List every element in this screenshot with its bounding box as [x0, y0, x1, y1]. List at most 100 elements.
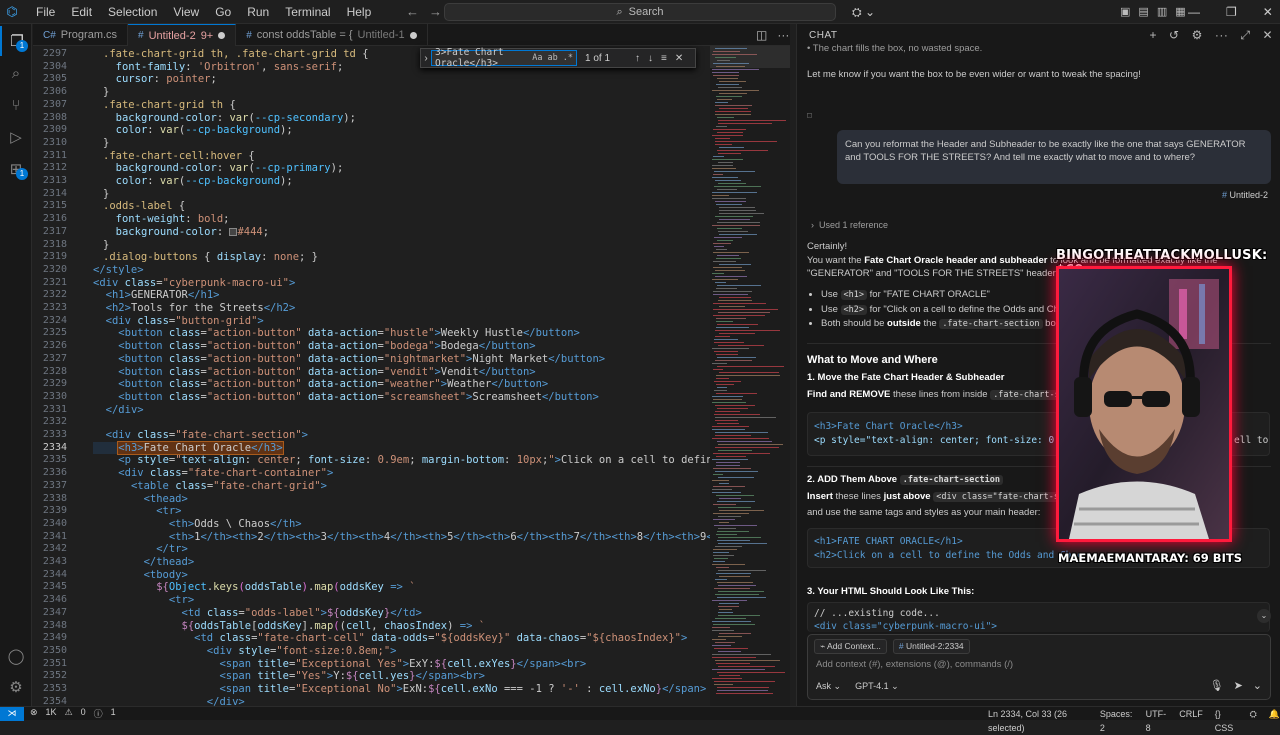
- account-icon[interactable]: ◯: [0, 641, 32, 671]
- customize-layout-icon[interactable]: ▦: [1175, 0, 1185, 24]
- copilot-status-icon[interactable]: ⛭: [1250, 707, 1257, 735]
- minimap-line: [712, 459, 748, 460]
- close-icon[interactable]: ✕: [1263, 0, 1273, 24]
- explorer-icon[interactable]: ❐1: [0, 26, 32, 56]
- vscode-logo-icon[interactable]: ⌬: [0, 0, 24, 24]
- run-debug-icon[interactable]: ▷: [0, 122, 32, 152]
- chat-input-placeholder[interactable]: Add context (#), extensions (@), command…: [816, 659, 1013, 670]
- previous-match-icon[interactable]: ↑: [635, 53, 640, 64]
- minimap-line: [712, 429, 745, 430]
- minimap-line: [719, 510, 764, 511]
- code-line: <td class="fate-chart-cell" data-odds="$…: [194, 632, 688, 645]
- chat-input[interactable]: ⌁ Add Context... # Untitled-2:2334 Add c…: [807, 634, 1271, 700]
- unsaved-dot-icon[interactable]: [409, 31, 417, 39]
- menu-selection[interactable]: Selection: [100, 0, 165, 24]
- find-in-selection-icon[interactable]: ≡: [661, 53, 667, 64]
- inline-code: .fate-chart-section: [899, 475, 1003, 485]
- cursor-position[interactable]: Ln 2334, Col 33 (26 selected): [988, 707, 1088, 735]
- minimap-line: [717, 60, 730, 61]
- used-references-toggle[interactable]: › Used 1 reference: [811, 220, 888, 230]
- close-find-icon[interactable]: ✕: [675, 53, 683, 64]
- feedback-icon[interactable]: ⌑: [807, 110, 1255, 123]
- find-input[interactable]: 3>Fate Chart Oracle</h3> Aa ab .*: [431, 47, 577, 69]
- extensions-icon[interactable]: ⊞ 1: [0, 154, 32, 184]
- line-number: 2341: [42, 530, 67, 542]
- arrow-left-icon[interactable]: ←: [406, 0, 419, 24]
- whole-word-icon[interactable]: ab: [548, 53, 558, 63]
- problems-indicator[interactable]: ⊗ 1K ⚠ 0 ⓘ 1: [30, 707, 116, 720]
- user-reference-pill[interactable]: # Untitled-2: [1222, 190, 1268, 200]
- notifications-bell-icon[interactable]: 🔔: [1269, 707, 1280, 735]
- close-chat-icon[interactable]: ✕: [1262, 24, 1273, 46]
- menu-help[interactable]: Help: [339, 0, 380, 24]
- toggle-panel-icon[interactable]: ▤: [1138, 0, 1148, 24]
- tab-untitled-1[interactable]: # const oddsTable = { Untitled-1: [236, 24, 428, 46]
- minimap-line: [713, 261, 736, 262]
- microphone-icon[interactable]: 🎙: [1210, 679, 1224, 692]
- more-actions-icon[interactable]: ···: [777, 28, 789, 42]
- menu-terminal[interactable]: Terminal: [277, 0, 338, 24]
- menu-run[interactable]: Run: [239, 0, 277, 24]
- manage-gear-icon[interactable]: ⚙: [0, 672, 32, 702]
- unsaved-dot-icon[interactable]: [218, 32, 226, 39]
- line-number: 2322: [42, 289, 67, 301]
- toggle-sidebar-icon[interactable]: ▣: [1120, 0, 1130, 24]
- line-number: 2333: [42, 429, 67, 440]
- minimap-line: [719, 81, 746, 82]
- code-area[interactable]: .fate-chart-grid th, .fate-chart-grid td…: [93, 46, 743, 706]
- minimap-line: [715, 447, 779, 448]
- code-line: <thead>: [143, 492, 188, 505]
- code-line: <table class="fate-chart-grid">: [130, 479, 327, 492]
- minimap-line: [713, 309, 778, 310]
- send-icon[interactable]: ➤: [1234, 679, 1243, 692]
- menu-go[interactable]: Go: [207, 0, 239, 24]
- encoding[interactable]: UTF-8: [1146, 707, 1168, 735]
- line-number: 2343: [42, 556, 67, 567]
- minimap-line: [715, 276, 747, 277]
- line-number: 2329: [42, 378, 67, 390]
- copilot-menu[interactable]: ⛭ ⌄: [852, 0, 875, 24]
- send-options-chevron-icon[interactable]: ⌄: [1253, 679, 1262, 692]
- minimap[interactable]: [710, 46, 790, 706]
- source-control-icon[interactable]: ⑂: [0, 90, 32, 120]
- code-editor[interactable]: 2297 2304 2305 2306 2307 2308 2309 2310 2311 2312…: [33, 46, 790, 706]
- error-count: 1K: [45, 707, 57, 717]
- arrow-right-icon[interactable]: →: [429, 0, 442, 24]
- menu-file[interactable]: File: [28, 0, 63, 24]
- minimize-icon[interactable]: —: [1188, 0, 1200, 24]
- menu-edit[interactable]: Edit: [63, 0, 100, 24]
- minimap-line: [718, 612, 733, 613]
- line-number: 2318: [42, 238, 67, 250]
- minimap-line: [712, 72, 739, 73]
- add-context-button[interactable]: ⌁ Add Context...: [814, 639, 887, 654]
- minimap-line: [717, 228, 742, 229]
- end-of-line[interactable]: CRLF: [1179, 707, 1203, 735]
- model-dropdown[interactable]: GPT-4.1 ⌄: [855, 681, 899, 692]
- remote-indicator-icon[interactable]: ⋊: [0, 706, 24, 721]
- tab-program-cs[interactable]: C# Program.cs: [33, 24, 129, 46]
- indentation[interactable]: Spaces: 2: [1100, 707, 1134, 735]
- restore-icon[interactable]: ❐: [1226, 0, 1237, 24]
- toggle-secondary-sidebar-icon[interactable]: ▥: [1157, 0, 1167, 24]
- split-editor-icon[interactable]: ◫: [756, 28, 767, 42]
- code-block-result[interactable]: // ...existing code... <div class="cyber…: [807, 602, 1270, 632]
- minimap-line: [716, 456, 746, 457]
- regex-icon[interactable]: .*: [563, 53, 573, 63]
- search-view-icon[interactable]: ⌕: [0, 58, 32, 88]
- toggle-replace-chevron-icon[interactable]: ›: [421, 53, 431, 64]
- minimap-line: [716, 249, 727, 250]
- menu-view[interactable]: View: [165, 0, 207, 24]
- minimap-line: [714, 381, 741, 382]
- match-case-icon[interactable]: Aa: [532, 53, 542, 63]
- scroll-down-icon[interactable]: ⌄: [1257, 609, 1271, 623]
- mode-dropdown[interactable]: Ask ⌄: [816, 681, 841, 692]
- minimap-line: [715, 594, 759, 595]
- copilot-icon: ⛭: [852, 5, 862, 19]
- tab-untitled-2[interactable]: # Untitled-2 9+: [128, 24, 237, 46]
- next-match-icon[interactable]: ↓: [648, 53, 653, 64]
- minimap-line: [715, 471, 758, 472]
- command-center-search[interactable]: ⌕ Search: [444, 3, 836, 21]
- context-file-pill[interactable]: # Untitled-2:2334: [892, 639, 970, 654]
- minimap-line: [714, 237, 742, 238]
- language-mode[interactable]: {} CSS: [1215, 707, 1238, 735]
